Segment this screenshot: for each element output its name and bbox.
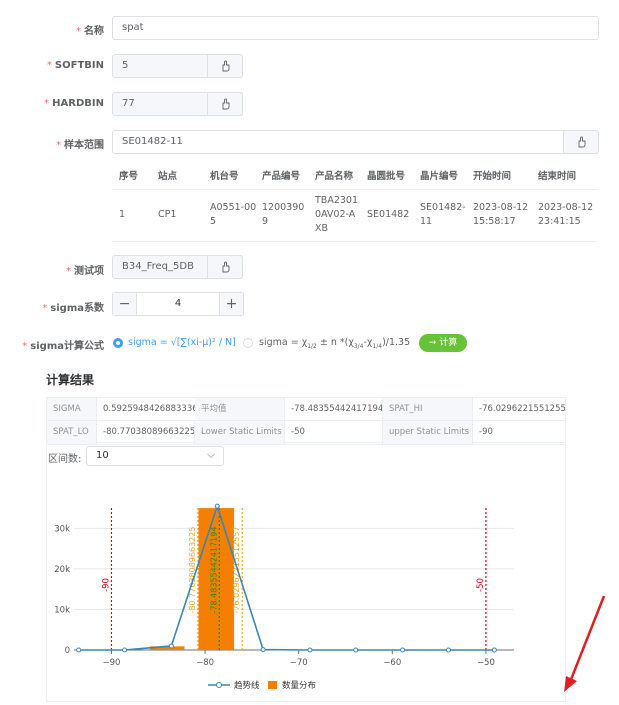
- reference-line-label: -50: [476, 578, 486, 592]
- decrement-button[interactable]: −: [113, 293, 137, 315]
- calculate-button[interactable]: → 计算: [419, 334, 467, 352]
- header-product-name: 产品名称: [315, 171, 354, 182]
- spat-lo-key: SPAT_LO: [47, 421, 97, 444]
- header-wafer-id: 晶片编号: [420, 171, 459, 182]
- spat-hi-key: SPAT_HI: [383, 398, 473, 421]
- softbin-input[interactable]: 5: [112, 54, 243, 78]
- x-tick-label: −80: [196, 658, 214, 668]
- formula-option2-radio[interactable]: [243, 338, 253, 348]
- legend-bar-label: 数量分布: [282, 680, 316, 691]
- x-tick-label: −60: [383, 658, 401, 668]
- hand-pointer-icon: [222, 98, 230, 110]
- header-start-time: 开始时间: [473, 171, 512, 182]
- trend-point: [491, 647, 497, 653]
- header-machine: 机台号: [210, 171, 239, 182]
- cell-end-time: 2023-08-12 23:41:15: [538, 202, 594, 227]
- trend-point: [400, 647, 406, 653]
- table-divider: [112, 189, 598, 190]
- header-product-no: 产品编号: [262, 171, 301, 182]
- trend-point: [260, 647, 266, 653]
- trend-line: [78, 503, 495, 651]
- histogram-chart: 010k20k30k−90 −80 −70 −60 −50-90 -50-80.77038…: [54, 503, 514, 691]
- y-tick-label: 10k: [54, 605, 70, 615]
- x-tick-label: −90: [102, 658, 120, 668]
- test-item-input[interactable]: B34_Freq_5DB: [112, 255, 243, 279]
- trend-point: [76, 647, 82, 653]
- formula-option1-label[interactable]: sigma = √[∑(xi-μ)² / N]: [128, 337, 236, 348]
- softbin-picker-button[interactable]: [207, 54, 243, 78]
- table-row: 1 CP1 A0551-00 5 1200390 9 TBA2301 0AV02-A X…: [112, 194, 598, 240]
- spat-lo-value: -80.77038089663225: [97, 421, 195, 444]
- y-tick-label: 0: [65, 646, 70, 656]
- cell-site: CP1: [158, 209, 177, 220]
- legend-trend-label: 趋势线: [234, 680, 260, 691]
- sigma-coef-value[interactable]: 4: [137, 293, 219, 315]
- sample-range-label: * 样本范围: [56, 140, 104, 151]
- sigma-coef-label: * sigma系数: [42, 303, 104, 314]
- cell-machine: A0551-00 5: [210, 202, 257, 227]
- upper-static-value: -90: [479, 427, 493, 437]
- results-table: SIGMA 0.5925948426883336 平均值 -78.4835544…: [46, 397, 566, 444]
- cell-seq: 1: [119, 209, 126, 220]
- trend-point: [168, 643, 174, 649]
- hardbin-picker-button[interactable]: [207, 92, 243, 116]
- trend-point: [307, 647, 313, 653]
- sigma-key: SIGMA: [47, 398, 97, 421]
- table-bottom-border: [112, 241, 598, 242]
- test-item-label: * 测试项: [66, 266, 104, 277]
- cell-product-no: 1200390 9: [262, 202, 305, 227]
- softbin-label: * SOFTBIN: [46, 60, 104, 71]
- formula-option1-radio[interactable]: [113, 338, 123, 348]
- hand-pointer-icon: [222, 261, 230, 273]
- upper-static-key: upper Static Limits: [383, 421, 473, 444]
- legend-bar-swatch: [268, 681, 277, 689]
- annotation-arrow: [564, 595, 606, 692]
- spat-hi-value: -76.02962215512557: [473, 398, 565, 421]
- chevron-down-icon: [207, 453, 215, 459]
- header-wafer-lot: 晶圆批号: [367, 171, 406, 182]
- sigma-coef-stepper[interactable]: − 4 +: [112, 292, 244, 316]
- increment-button[interactable]: +: [219, 293, 243, 315]
- table-header-row: 序号 站点 机台号 产品编号 产品名称 晶圆批号 晶片编号 开始时间 结束时间: [112, 168, 598, 188]
- header-seq: 序号: [119, 171, 139, 182]
- formula-option2-label[interactable]: sigma = χ1/2 ± n *(χ3/4-χ1/4)/1.35: [259, 337, 410, 350]
- cell-wafer-lot: SE01482: [367, 209, 410, 220]
- hardbin-input[interactable]: 77: [112, 92, 243, 116]
- reference-line-label: -90: [101, 578, 111, 592]
- mean-key: 平均值: [195, 398, 285, 421]
- x-tick-label: −50: [477, 658, 495, 668]
- trend-point: [445, 647, 451, 653]
- lower-static-key: Lower Static Limits: [195, 421, 285, 444]
- results-title: 计算结果: [46, 373, 95, 387]
- trend-point: [122, 647, 128, 653]
- cell-product-name: TBA2301 0AV02-A XB: [315, 195, 358, 234]
- mean-value: -78.48355442417194: [285, 398, 383, 421]
- hardbin-label: * HARDBIN: [44, 98, 104, 109]
- trend-point: [214, 503, 220, 509]
- formula-label: * sigma计算公式: [22, 341, 104, 352]
- reference-line-label: -78.48355442417194: [209, 527, 218, 614]
- sample-range-input[interactable]: SE01482-11: [112, 130, 599, 154]
- interval-label: 区间数:: [48, 454, 82, 465]
- y-tick-label: 20k: [54, 565, 70, 575]
- interval-select[interactable]: 10: [86, 446, 224, 466]
- name-input[interactable]: spat: [112, 16, 599, 40]
- x-tick-label: −70: [290, 658, 308, 668]
- reference-line-label: -76.02962215512557: [232, 527, 241, 614]
- test-item-picker-button[interactable]: [207, 255, 243, 279]
- cell-wafer-id: SE01482- 11: [420, 202, 466, 227]
- hand-pointer-icon: [578, 136, 586, 148]
- hand-pointer-icon: [222, 60, 230, 72]
- trend-point: [353, 647, 359, 653]
- header-end-time: 结束时间: [538, 171, 577, 182]
- header-site: 站点: [158, 171, 178, 182]
- legend-trend-marker: [216, 682, 222, 688]
- y-tick-label: 30k: [54, 524, 70, 534]
- lower-static-value: -50: [285, 421, 383, 444]
- cell-start-time: 2023-08-12 15:58:17: [473, 202, 529, 227]
- sample-range-picker-button[interactable]: [563, 130, 599, 154]
- name-label: * 名称: [76, 26, 104, 37]
